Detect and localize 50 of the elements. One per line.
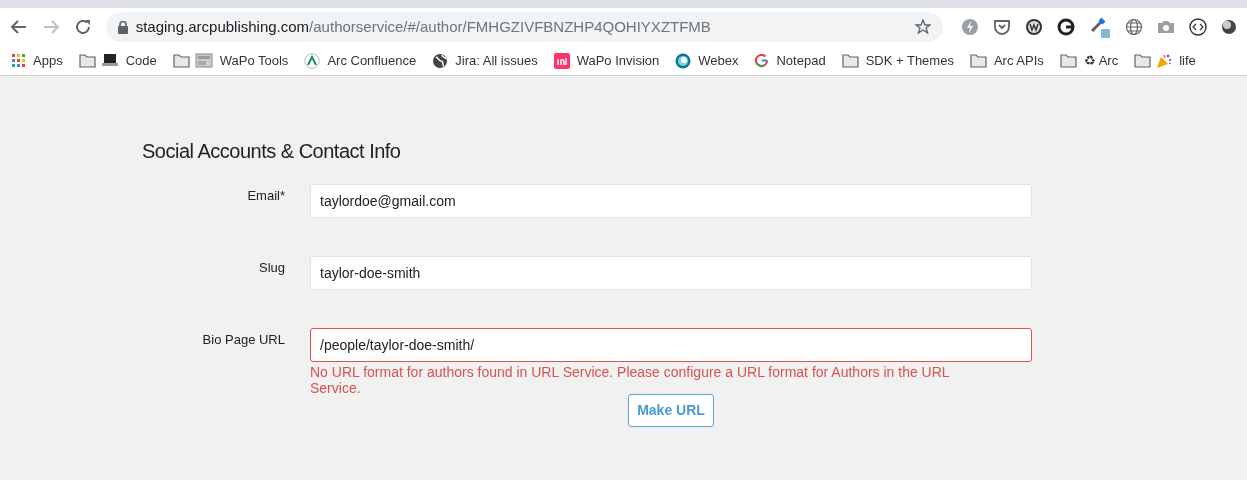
folder-icon xyxy=(1059,53,1077,68)
error-message: No URL format for authors found in URL Service. Please configure a URL format for Authors in the URL Service. xyxy=(310,364,951,396)
folder-icon xyxy=(78,53,96,68)
webex-logo-icon xyxy=(675,52,692,69)
bookmark-item[interactable]: WaPo Tools xyxy=(172,50,289,71)
code-circle-icon[interactable] xyxy=(1189,18,1207,36)
bookmark-item[interactable]: Arc Confluence xyxy=(304,50,417,71)
address-bar[interactable]: staging.arcpublishing.com/authorservice/#/author/FMHGZIVFBNZHP4QOHIYXZTFMB xyxy=(105,12,943,42)
bookmark-item[interactable]: SDK + Themes xyxy=(841,50,954,71)
bookmark-item[interactable]: Notepad xyxy=(754,50,826,71)
camera-icon[interactable] xyxy=(1157,19,1175,35)
invision-logo-icon xyxy=(553,52,570,69)
bookmark-item[interactable]: Arc APIs xyxy=(969,50,1044,71)
arc-logo-icon xyxy=(304,52,321,69)
thumbnail-icon xyxy=(194,53,213,68)
text-field[interactable]: taylor-doe-smith xyxy=(310,256,1032,290)
bookmark-item[interactable]: life xyxy=(1134,50,1196,71)
bookmark-item[interactable]: WaPo Invision xyxy=(553,50,660,71)
folder-icon xyxy=(172,53,190,68)
apps-grid-icon xyxy=(12,53,26,68)
globe-grid-icon[interactable] xyxy=(1125,18,1143,36)
url-text: staging.arcpublishing.com/authorservice/#/author/FMHGZIVFBNZHP4QOHIYXZTFMB xyxy=(135,16,711,37)
field-label: Email* xyxy=(246,187,286,205)
star-icon[interactable] xyxy=(915,19,931,35)
g-circle-icon[interactable] xyxy=(1057,18,1075,36)
text-field[interactable]: taylordoe@gmail.com xyxy=(310,184,1032,218)
google-logo-icon xyxy=(754,53,770,68)
party-popper-icon xyxy=(1156,52,1173,69)
lock-icon xyxy=(117,20,128,34)
bookmark-item[interactable]: Jira: All issues xyxy=(432,50,538,71)
bookmark-item[interactable]: Webex xyxy=(675,50,739,71)
eyedropper-icon[interactable] xyxy=(1089,16,1111,38)
reload-icon[interactable] xyxy=(73,18,92,36)
folder-icon xyxy=(969,53,987,68)
bookmark-item[interactable]: Apps xyxy=(12,50,63,71)
section-title: Social Accounts & Contact Info xyxy=(142,139,402,164)
folder-icon xyxy=(1134,53,1152,68)
globe-icon xyxy=(432,52,449,69)
pocket-icon[interactable] xyxy=(993,18,1011,36)
bookmark-item[interactable]: Code xyxy=(78,50,157,71)
folder-icon xyxy=(841,53,859,68)
bolt-icon[interactable] xyxy=(961,18,979,36)
w-circle-icon[interactable] xyxy=(1025,18,1043,36)
bookmark-item[interactable]: ♻ Arc xyxy=(1059,50,1119,71)
text-field[interactable]: /people/taylor-doe-smith/ xyxy=(310,328,1032,362)
laptop-icon xyxy=(100,53,119,68)
back-icon[interactable] xyxy=(10,18,28,36)
field-label: Slug xyxy=(257,259,286,277)
sphere-icon[interactable] xyxy=(1221,19,1237,35)
field-label: Bio Page URL xyxy=(201,331,286,349)
